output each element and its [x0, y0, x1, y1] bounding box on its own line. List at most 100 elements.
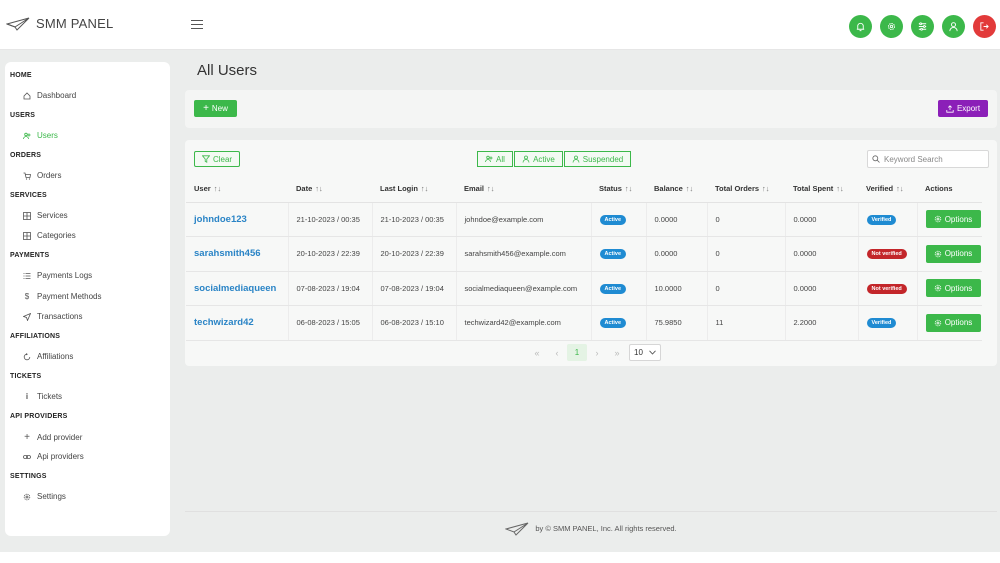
- table-cell: Options: [917, 305, 982, 341]
- sidebar-item-payment-methods[interactable]: $ Payment Methods: [23, 292, 102, 301]
- menu-toggle-icon[interactable]: [191, 20, 203, 30]
- sidebar-item-label: Dashboard: [37, 91, 77, 100]
- sidebar-item-settings[interactable]: Settings: [23, 492, 66, 501]
- column-header[interactable]: Total Orders ↑↓: [707, 176, 785, 203]
- sidebar-item-tickets[interactable]: i Tickets: [23, 392, 62, 401]
- page-size-select[interactable]: 10: [629, 344, 661, 361]
- column-header-label: Total Spent: [793, 184, 834, 194]
- profile-button[interactable]: [942, 15, 965, 38]
- sidebar-section-payments: PAYMENTS: [10, 252, 50, 259]
- user-icon: [572, 155, 580, 163]
- filters-button[interactable]: [911, 15, 934, 38]
- filter-all-button[interactable]: All: [477, 151, 513, 167]
- total-orders: 0: [715, 249, 720, 259]
- table-cell: johndoe@example.com: [456, 202, 592, 237]
- table-cell: 0: [707, 202, 786, 237]
- column-header-label: Last Login: [380, 184, 418, 194]
- clear-label: Clear: [212, 154, 233, 164]
- table-cell: 20-10-2023 / 22:39: [372, 236, 457, 272]
- username-link[interactable]: socialmediaqueen: [194, 283, 276, 294]
- logout-button[interactable]: [973, 15, 996, 38]
- page-size-value: 10: [634, 348, 643, 357]
- sidebar-item-transactions[interactable]: Transactions: [23, 312, 83, 321]
- last-login: 07-08-2023 / 19:04: [380, 283, 444, 293]
- table-cell: 20-10-2023 / 22:39: [288, 236, 373, 272]
- table-cell: 0.0000: [646, 236, 708, 272]
- current-page-button[interactable]: 1: [567, 344, 587, 361]
- username-link[interactable]: techwizard42: [194, 317, 254, 328]
- options-button[interactable]: Options: [925, 279, 981, 298]
- table-cell: 07-08-2023 / 19:04: [288, 271, 373, 306]
- sidebar-item-categories[interactable]: Categories: [23, 231, 76, 240]
- last-page-button[interactable]: »: [607, 344, 627, 361]
- options-button[interactable]: Options: [925, 244, 981, 263]
- sidebar-item-users[interactable]: Users: [23, 131, 58, 140]
- sort-icon[interactable]: ↑↓: [315, 184, 323, 193]
- column-header[interactable]: Last Login ↑↓: [372, 176, 456, 203]
- sort-icon[interactable]: ↑↓: [836, 184, 844, 193]
- table-cell: sarahsmith456@example.com: [456, 236, 592, 272]
- first-page-button[interactable]: «: [527, 344, 547, 361]
- sidebar-item-services[interactable]: Services: [23, 211, 68, 220]
- new-button-label: New: [211, 104, 228, 113]
- signup-date: 06-08-2023 / 15:05: [296, 318, 360, 328]
- users-table: User ↑↓ Date ↑↓ Last Login ↑↓ Email ↑↓ Status ↑↓ B…: [186, 176, 982, 341]
- column-header[interactable]: Balance ↑↓: [646, 176, 707, 203]
- username-link[interactable]: johndoe123: [194, 214, 247, 225]
- table-cell: Verified: [858, 305, 918, 341]
- gear-icon: [934, 319, 941, 326]
- column-header[interactable]: User ↑↓: [186, 176, 288, 203]
- sort-icon[interactable]: ↑↓: [421, 184, 429, 193]
- sidebar-section-api-providers: API PROVIDERS: [10, 413, 68, 420]
- column-header[interactable]: Verified ↑↓: [858, 176, 917, 203]
- table-cell: socialmediaqueen@example.com: [456, 271, 592, 306]
- sort-icon[interactable]: ↑↓: [896, 184, 904, 193]
- prev-page-button[interactable]: ‹: [547, 344, 567, 361]
- clear-filters-button[interactable]: Clear: [194, 151, 240, 167]
- next-page-button[interactable]: ›: [587, 344, 607, 361]
- signup-date: 21-10-2023 / 00:35: [296, 214, 360, 224]
- column-header[interactable]: Status ↑↓: [591, 176, 646, 203]
- sidebar-item-orders[interactable]: Orders: [23, 171, 61, 180]
- filter-suspended-button[interactable]: Suspended: [564, 151, 631, 167]
- sidebar-item-add-provider[interactable]: + Add provider: [23, 432, 82, 443]
- table-cell: Options: [917, 202, 982, 237]
- gear-icon: [23, 493, 31, 500]
- sidebar-item-dashboard[interactable]: Dashboard: [23, 91, 76, 100]
- balance: 10.0000: [654, 283, 682, 293]
- verified-badge: Not verified: [866, 283, 907, 294]
- column-header-label: Balance: [654, 184, 683, 194]
- table-cell: Active: [591, 236, 647, 272]
- table-row: johndoe123 21-10-2023 / 00:35 21-10-2023 /…: [186, 202, 982, 237]
- sidebar-item-api-providers[interactable]: Api providers: [23, 452, 84, 461]
- column-header[interactable]: Date ↑↓: [288, 176, 372, 203]
- sort-icon[interactable]: ↑↓: [625, 184, 633, 193]
- sidebar-section-orders: ORDERS: [10, 152, 42, 159]
- column-header[interactable]: Email ↑↓: [456, 176, 591, 203]
- sort-icon[interactable]: ↑↓: [762, 184, 770, 193]
- sort-icon[interactable]: ↑↓: [487, 184, 495, 193]
- email: sarahsmith456@example.com: [464, 249, 566, 259]
- username-link[interactable]: sarahsmith456: [194, 248, 261, 259]
- sidebar-item-payments-logs[interactable]: Payments Logs: [23, 271, 92, 280]
- export-button[interactable]: Export: [938, 100, 988, 117]
- options-label: Options: [944, 318, 973, 328]
- total-orders: 0: [715, 283, 720, 293]
- settings-button[interactable]: [880, 15, 903, 38]
- sidebar-item-affiliations[interactable]: Affiliations: [23, 352, 73, 361]
- sort-icon[interactable]: ↑↓: [686, 184, 694, 193]
- table-cell: johndoe123: [186, 202, 289, 237]
- logo[interactable]: SMM PANEL: [6, 16, 113, 31]
- options-button[interactable]: Options: [925, 313, 981, 332]
- column-header[interactable]: Total Spent ↑↓: [785, 176, 858, 203]
- sidebar-item-label: Payment Methods: [37, 292, 102, 301]
- page-title: All Users: [197, 62, 258, 79]
- new-user-button[interactable]: + New: [194, 100, 237, 117]
- sort-icon[interactable]: ↑↓: [214, 184, 222, 193]
- notifications-button[interactable]: [849, 15, 872, 38]
- options-button[interactable]: Options: [925, 210, 981, 229]
- search-input[interactable]: [884, 154, 984, 164]
- sidebar-item-label: Orders: [37, 171, 62, 180]
- filter-active-button[interactable]: Active: [514, 151, 563, 167]
- sidebar-item-label: Add provider: [37, 433, 83, 442]
